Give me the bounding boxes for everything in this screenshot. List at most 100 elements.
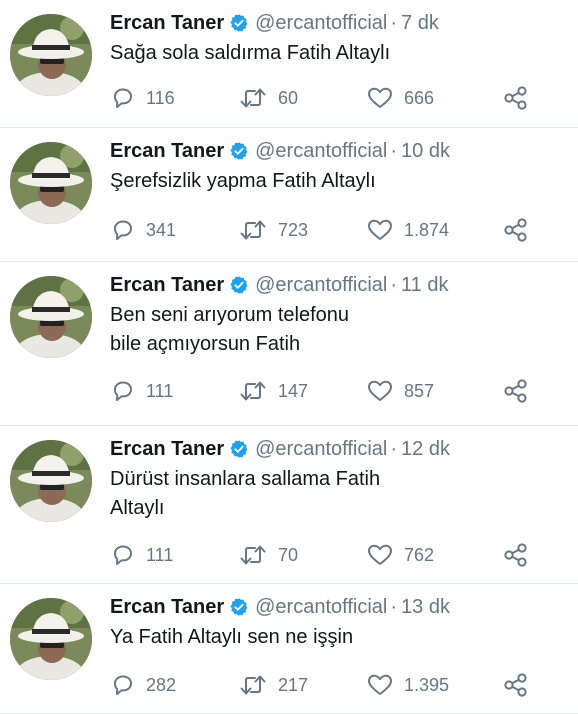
- retweet-count: 217: [278, 674, 309, 695]
- author-handle[interactable]: @ercantofficial: [255, 438, 387, 461]
- tweet[interactable]: Ercan Taner @ercantofficial · 12 dk Dürü…: [0, 426, 578, 584]
- reply-button[interactable]: 116: [110, 85, 238, 111]
- reply-icon: [114, 545, 132, 565]
- tweet-timestamp[interactable]: 13 dk: [401, 596, 450, 619]
- verified-badge-icon: [230, 276, 248, 294]
- like-button[interactable]: 666: [366, 85, 494, 111]
- retweet-icon: [240, 675, 266, 695]
- like-icon: [368, 219, 392, 240]
- like-icon: [368, 380, 392, 401]
- tweet-content: Ercan Taner @ercantofficial · 11 dk Ben …: [110, 270, 568, 359]
- like-count: 666: [404, 87, 435, 108]
- tweet-timestamp[interactable]: 10 dk: [401, 140, 450, 163]
- share-button[interactable]: [502, 672, 540, 698]
- tweet-actions: 341 723 1.874: [110, 217, 540, 243]
- share-icon: [504, 673, 527, 697]
- tweet[interactable]: Ercan Taner @ercantofficial · 7 dk Sağa …: [0, 0, 578, 128]
- tweet-text-line: bile açmıyorsun Fatih: [110, 333, 301, 355]
- author-name[interactable]: Ercan Taner: [110, 12, 224, 35]
- tweet[interactable]: Ercan Taner @ercantofficial · 11 dk Ben …: [0, 262, 578, 426]
- avatar[interactable]: [10, 142, 92, 224]
- reply-icon: [114, 88, 132, 108]
- tweet-content: Ercan Taner @ercantofficial · 7 dk Sağa …: [110, 8, 568, 68]
- tweet-actions: 116 60 666: [110, 85, 540, 111]
- tweet-header: Ercan Taner @ercantofficial · 13 dk: [110, 592, 568, 622]
- reply-icon: [114, 220, 132, 240]
- tweet[interactable]: Ercan Taner @ercantofficial · 10 dk Şere…: [0, 128, 578, 262]
- author-handle[interactable]: @ercantofficial: [255, 12, 387, 35]
- reply-icon: [114, 675, 132, 695]
- reply-count: 341: [146, 219, 177, 240]
- like-button[interactable]: 857: [366, 378, 494, 404]
- tweet[interactable]: Ercan Taner @ercantofficial · 13 dk Ya F…: [0, 584, 578, 714]
- share-icon: [504, 218, 527, 242]
- like-button[interactable]: 1.874: [366, 217, 494, 243]
- reply-count: 282: [146, 674, 177, 695]
- share-icon: [504, 543, 527, 567]
- reply-count: 111: [146, 544, 174, 565]
- like-count: 857: [404, 380, 435, 401]
- separator-dot: ·: [390, 437, 398, 460]
- avatar[interactable]: [10, 440, 92, 522]
- retweet-button[interactable]: 723: [238, 217, 366, 243]
- tweet-timestamp[interactable]: 11 dk: [401, 274, 448, 297]
- share-button[interactable]: [502, 85, 540, 111]
- tweet-actions: 111 70 762: [110, 542, 540, 568]
- like-icon: [368, 674, 392, 695]
- retweet-icon: [240, 545, 266, 565]
- tweet-header: Ercan Taner @ercantofficial · 12 dk: [110, 434, 568, 464]
- like-icon: [368, 87, 392, 108]
- retweet-count: 70: [278, 544, 299, 565]
- verified-badge-icon: [230, 598, 248, 616]
- reply-button[interactable]: 111: [110, 378, 238, 404]
- reply-count: 111: [146, 380, 174, 401]
- reply-button[interactable]: 341: [110, 217, 238, 243]
- author-name[interactable]: Ercan Taner: [110, 596, 224, 619]
- separator-dot: ·: [390, 595, 398, 618]
- tweet-header: Ercan Taner @ercantofficial · 11 dk: [110, 270, 568, 300]
- reply-button[interactable]: 111: [110, 542, 238, 568]
- share-button[interactable]: [502, 542, 540, 568]
- author-handle[interactable]: @ercantofficial: [255, 274, 387, 297]
- tweet-header: Ercan Taner @ercantofficial · 7 dk: [110, 8, 568, 38]
- verified-badge-icon: [230, 440, 248, 458]
- share-icon: [504, 86, 527, 110]
- separator-dot: ·: [390, 11, 398, 34]
- like-button[interactable]: 762: [366, 542, 494, 568]
- like-count: 1.395: [404, 674, 450, 695]
- retweet-count: 147: [278, 380, 309, 401]
- tweet-text-line: Ben seni arıyorum telefonu: [110, 304, 350, 326]
- share-button[interactable]: [502, 217, 540, 243]
- avatar[interactable]: [10, 14, 92, 96]
- retweet-button[interactable]: 70: [238, 542, 366, 568]
- author-handle[interactable]: @ercantofficial: [255, 596, 387, 619]
- retweet-button[interactable]: 60: [238, 85, 366, 111]
- retweet-button[interactable]: 217: [238, 672, 366, 698]
- tweet-actions: 111 147 857: [110, 378, 540, 404]
- tweet-text-line: Altaylı: [110, 497, 165, 519]
- like-count: 762: [404, 544, 435, 565]
- author-handle[interactable]: @ercantofficial: [255, 140, 387, 163]
- like-count: 1.874: [404, 219, 450, 240]
- share-button[interactable]: [502, 378, 540, 404]
- tweet-text-line: Ya Fatih Altaylı sen ne işşin: [110, 626, 354, 648]
- avatar[interactable]: [10, 276, 92, 358]
- verified-badge-icon: [230, 14, 248, 32]
- avatar[interactable]: [10, 598, 92, 680]
- tweet-timestamp[interactable]: 7 dk: [401, 12, 439, 35]
- retweet-icon: [240, 381, 266, 401]
- tweet-text-line: Sağa sola saldırma Fatih Altaylı: [110, 42, 391, 64]
- tweet-content: Ercan Taner @ercantofficial · 13 dk Ya F…: [110, 592, 568, 652]
- tweet-content: Ercan Taner @ercantofficial · 10 dk Şere…: [110, 136, 568, 196]
- retweet-button[interactable]: 147: [238, 378, 366, 404]
- author-name[interactable]: Ercan Taner: [110, 274, 224, 297]
- like-button[interactable]: 1.395: [366, 672, 494, 698]
- avatar-image: [10, 276, 92, 358]
- tweet-timestamp[interactable]: 12 dk: [401, 438, 450, 461]
- reply-icon: [114, 381, 132, 401]
- author-name[interactable]: Ercan Taner: [110, 438, 224, 461]
- reply-button[interactable]: 282: [110, 672, 238, 698]
- tweet-text: Ya Fatih Altaylı sen ne işşin: [110, 623, 430, 652]
- avatar-image: [10, 142, 92, 224]
- author-name[interactable]: Ercan Taner: [110, 140, 224, 163]
